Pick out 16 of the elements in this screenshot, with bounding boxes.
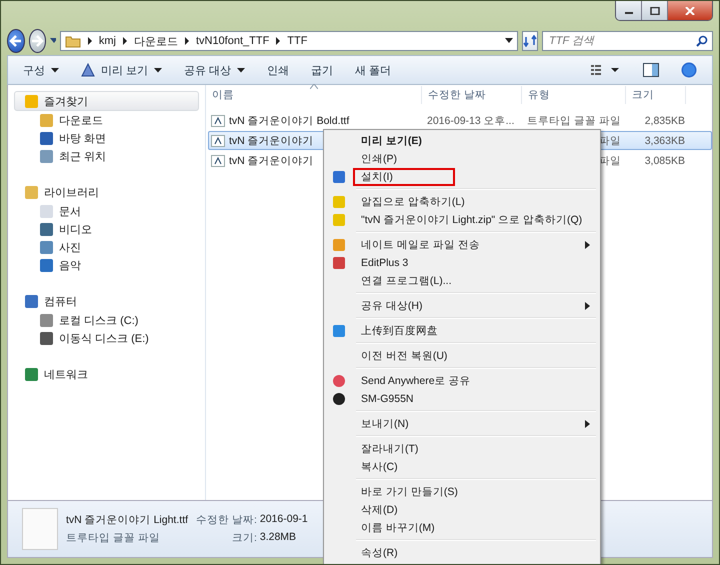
details-label: 크기: (232, 531, 257, 545)
file-date: 2016-09-13 오후... (427, 114, 514, 128)
file-name: tvN 즐거운이야기 (229, 154, 314, 168)
file-type: 트루타입 글꼴 파일 (527, 114, 621, 128)
file-size: 3,085KB (644, 154, 685, 166)
details-value: 3.28MB (260, 531, 296, 545)
file-type: 파일 (599, 154, 621, 168)
file-size: 2,835KB (644, 114, 685, 126)
file-type: 파일 (599, 134, 621, 148)
file-size: 3,363KB (644, 134, 685, 146)
file-name: tvN 즐거운이야기 (229, 134, 314, 148)
details-label: 수정한 날짜: (196, 513, 257, 527)
file-name: tvN 즐거운이야기 Bold.ttf (229, 114, 350, 128)
details-value: 2016-09-1 (260, 513, 308, 527)
details-file-name: tvN 즐거운이야기 Light.ttf (66, 513, 188, 527)
details-file-type: 트루타입 글꼴 파일 (66, 531, 161, 545)
